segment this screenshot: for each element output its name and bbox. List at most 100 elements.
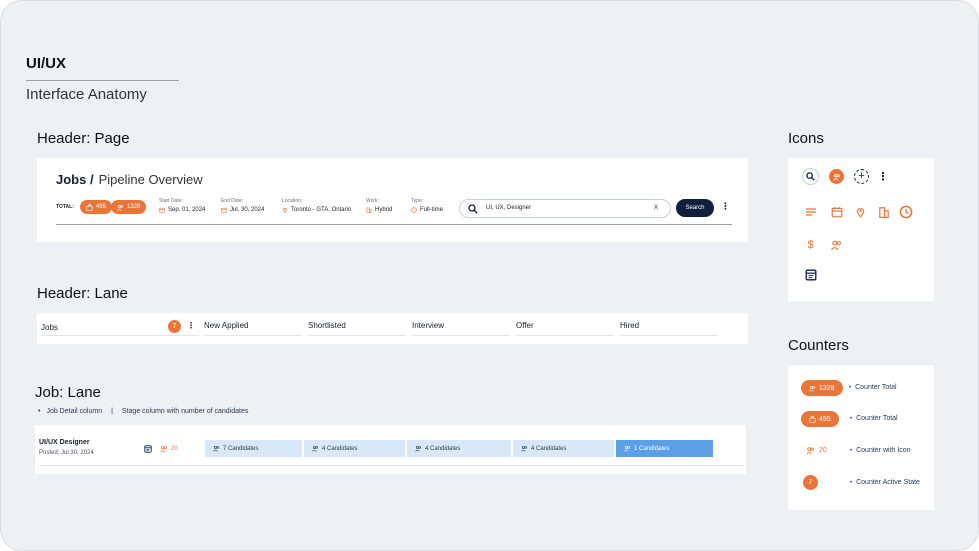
work-label: Work:: [366, 198, 379, 204]
counter-with-icon: 20: [806, 446, 827, 455]
users-icon: [117, 204, 124, 211]
job-candidate-count: 20: [171, 446, 178, 452]
users-icon: [213, 445, 220, 452]
header-divider: [56, 224, 732, 225]
job-details-icon[interactable]: [144, 445, 152, 453]
jobs-counter-value: 495: [96, 204, 107, 210]
section-counters: Counters: [788, 337, 849, 354]
stage-candidates-count: 4 Candidates: [425, 445, 461, 452]
end-date-field[interactable]: End Date: Jul. 30, 2024: [221, 198, 264, 213]
lane-divider: [41, 335, 199, 336]
location-label: Location:: [282, 198, 303, 204]
section-header-lane: Header: Lane: [37, 285, 128, 302]
note-separator: |: [111, 408, 113, 415]
search-icon[interactable]: [802, 168, 819, 185]
calendar-icon: [159, 207, 165, 213]
lane-stage-new-applied[interactable]: New Applied: [204, 321, 248, 330]
page-header-card: Jobs / Pipeline Overview TOTAL: 495 1328…: [37, 158, 748, 242]
clock-icon: [898, 204, 913, 219]
search-button[interactable]: Search: [676, 199, 714, 217]
page-subtitle: Interface Anatomy: [26, 86, 147, 103]
building-icon: [877, 205, 890, 218]
lane-divider: [308, 335, 406, 336]
lane-header-card: Jobs 7 ⋮ New Applied Shortlisted Intervi…: [37, 313, 748, 344]
users-icon: [521, 445, 528, 452]
stage-cell-shortlisted[interactable]: 4 Candidates: [304, 440, 405, 457]
lane-jobs-label: Jobs: [41, 323, 58, 332]
job-lane-divider: [39, 465, 744, 466]
lane-divider: [412, 335, 510, 336]
clock-icon: [411, 207, 417, 213]
icons-card: + ⋮ $: [788, 158, 934, 301]
users-icon: [415, 445, 422, 452]
start-date-field[interactable]: Start Date: Sep. 01, 2024: [159, 198, 205, 213]
stage-candidates-count: 7 Candidates: [223, 445, 259, 452]
stage-candidates-count: 1 Candidates: [634, 445, 670, 452]
counters-card: 1328 Counter Total 495 Counter Total 20 …: [788, 365, 934, 510]
type-label: Type:: [411, 198, 424, 204]
end-date-label: End Date:: [221, 198, 244, 204]
users-icon: [809, 385, 816, 392]
location-pin-icon: [282, 207, 288, 213]
lane-stage-offer[interactable]: Offer: [516, 321, 534, 330]
users-icon: [624, 445, 631, 452]
candidates-counter-value: 1328: [127, 204, 141, 210]
stage-candidates-count: 4 Candidates: [322, 445, 358, 452]
counter-jobs-pill[interactable]: 495: [801, 411, 839, 427]
counter-icon-value: 20: [819, 447, 827, 454]
stage-cell-new-applied[interactable]: 7 Candidates: [205, 440, 302, 457]
location-field[interactable]: Location: Toronto - GTA, Ontario: [282, 198, 351, 213]
more-vertical-icon[interactable]: ⋮: [878, 169, 889, 184]
users-icon: [806, 447, 814, 455]
users-badge-icon[interactable]: [829, 169, 844, 184]
page-header-title-bold: Jobs /: [56, 172, 94, 187]
job-details-icon: [804, 268, 817, 281]
job-posted-date: Posted: Jul 30, 2024: [39, 450, 94, 456]
location-value: Toronto - GTA, Ontario: [291, 207, 352, 213]
type-value: Full-time: [420, 207, 444, 213]
job-lane-notes: • Job Detail column | Stage column with …: [38, 408, 249, 415]
stage-cell-hired[interactable]: 1 Candidates: [616, 440, 713, 457]
lane-divider: [620, 335, 718, 336]
users-icon: [160, 446, 167, 453]
users-icon: [829, 238, 844, 251]
building-icon: [366, 207, 372, 213]
briefcase-icon: [809, 415, 816, 423]
counter-jobs-label: Counter Total: [850, 415, 898, 422]
title-divider: [26, 80, 179, 81]
search-clear-button[interactable]: X: [654, 205, 658, 211]
counter-active-badge[interactable]: 7: [803, 475, 818, 490]
job-title[interactable]: UI/UX Designer: [39, 439, 90, 446]
stage-cell-interview[interactable]: 4 Candidates: [407, 440, 511, 457]
work-field[interactable]: Work: Hybrid: [366, 198, 392, 213]
section-job-lane: Job: Lane: [35, 384, 101, 401]
work-value: Hybrid: [375, 207, 393, 213]
counter-total-pill[interactable]: 1328: [801, 380, 843, 396]
lane-stage-interview[interactable]: Interview: [412, 321, 444, 330]
add-icon[interactable]: +: [854, 169, 869, 184]
list-icon: [804, 205, 817, 218]
page-header-title: Jobs / Pipeline Overview: [56, 172, 203, 187]
page-header-title-light: Pipeline Overview: [98, 172, 203, 187]
end-date-value: Jul. 30, 2024: [230, 207, 265, 213]
start-date-label: Start Date:: [159, 198, 183, 204]
search-input[interactable]: UI, UX, Designer X: [459, 199, 671, 218]
briefcase-icon: [86, 203, 93, 211]
search-icon: [468, 204, 478, 214]
job-candidate-counter: 20: [160, 445, 178, 453]
jobs-counter-pill[interactable]: 495: [80, 200, 113, 214]
more-vertical-icon[interactable]: ⋮: [187, 322, 195, 330]
note-stage-column: Stage column with number of candidates: [121, 408, 249, 415]
lane-stage-shortlisted[interactable]: Shortlisted: [308, 321, 346, 330]
type-field[interactable]: Type: Full-time: [411, 198, 443, 213]
job-lane-card: UI/UX Designer Posted: Jul 30, 2024 20 7…: [35, 425, 746, 474]
more-vertical-icon[interactable]: ⋮: [721, 202, 730, 211]
lane-jobs-counter: 7: [168, 320, 181, 333]
section-header-page: Header: Page: [37, 130, 130, 147]
stage-cell-offer[interactable]: 4 Candidates: [513, 440, 614, 457]
candidates-counter-pill[interactable]: 1328: [111, 200, 147, 214]
lane-stage-hired[interactable]: Hired: [620, 321, 639, 330]
calendar-icon: [830, 205, 843, 218]
location-pin-icon: [854, 205, 867, 218]
lane-divider: [516, 335, 614, 336]
